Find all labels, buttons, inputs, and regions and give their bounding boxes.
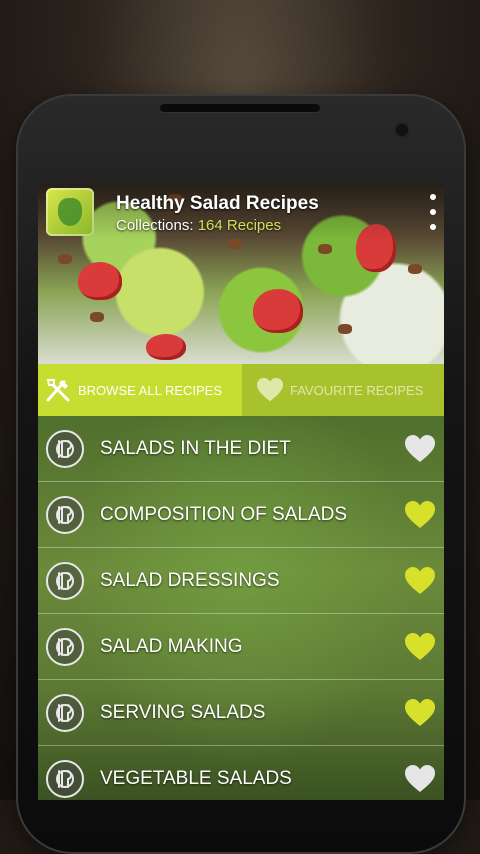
recipe-count: 164 Recipes: [197, 217, 282, 234]
favourite-heart-icon[interactable]: [404, 434, 436, 464]
list-item[interactable]: COMPOSITION OF SALADS: [38, 482, 444, 548]
app-title: Healthy Salad Recipes: [116, 193, 319, 214]
app-bar: Healthy Salad Recipes Collections: 164 R…: [38, 184, 444, 240]
favourite-heart-icon[interactable]: [404, 764, 436, 794]
list-item[interactable]: SALAD DRESSINGS: [38, 548, 444, 614]
phone-speaker: [160, 104, 320, 112]
plate-cutlery-icon: [46, 495, 84, 534]
plate-cutlery-icon: [46, 627, 84, 666]
plate-cutlery-icon: [46, 429, 84, 468]
plate-cutlery-icon: [46, 693, 84, 732]
app-logo[interactable]: [46, 188, 94, 236]
app-subtitle: Collections: 164 Recipes: [116, 217, 281, 234]
favourite-heart-icon[interactable]: [404, 632, 436, 662]
favourite-heart-icon[interactable]: [404, 698, 436, 728]
list-item[interactable]: VEGETABLE SALADS: [38, 746, 444, 800]
plate-cutlery-icon: [46, 759, 84, 798]
tab-browse-all[interactable]: BROWSE ALL RECIPES: [38, 364, 242, 416]
fork-knife-icon: [44, 376, 72, 404]
tab-browse-label: BROWSE ALL RECIPES: [78, 382, 223, 398]
subtitle-prefix: Collections:: [116, 217, 198, 234]
list-item[interactable]: SALADS IN THE DIET: [38, 416, 444, 482]
list-item-label: SERVING SALADS: [100, 701, 266, 723]
tab-favourites[interactable]: FAVOURITE RECIPES: [242, 364, 444, 416]
favourite-heart-icon[interactable]: [404, 500, 436, 530]
list-item-label: SALADS IN THE DIET: [100, 437, 291, 459]
plate-cutlery-icon: [46, 561, 84, 600]
tab-bar: BROWSE ALL RECIPES FAVOURITE RECIPES: [38, 364, 444, 416]
tab-favourites-label: FAVOURITE RECIPES: [290, 382, 424, 398]
list-item-label: VEGETABLE SALADS: [100, 767, 292, 789]
heart-icon: [256, 376, 284, 404]
list-item-label: SALAD MAKING: [100, 635, 243, 657]
overflow-menu-icon[interactable]: [428, 194, 438, 230]
list-item[interactable]: SALAD MAKING: [38, 614, 444, 680]
list-item-label: COMPOSITION OF SALADS: [100, 503, 348, 525]
phone-camera: [396, 124, 408, 136]
recipe-category-list: SALADS IN THE DIET COMPOSITION OF SALADS S…: [38, 416, 444, 800]
list-item-label: SALAD DRESSINGS: [100, 569, 280, 591]
list-item[interactable]: SERVING SALADS: [38, 680, 444, 746]
favourite-heart-icon[interactable]: [404, 566, 436, 596]
app-screen: Healthy Salad Recipes Collections: 164 R…: [38, 184, 444, 800]
